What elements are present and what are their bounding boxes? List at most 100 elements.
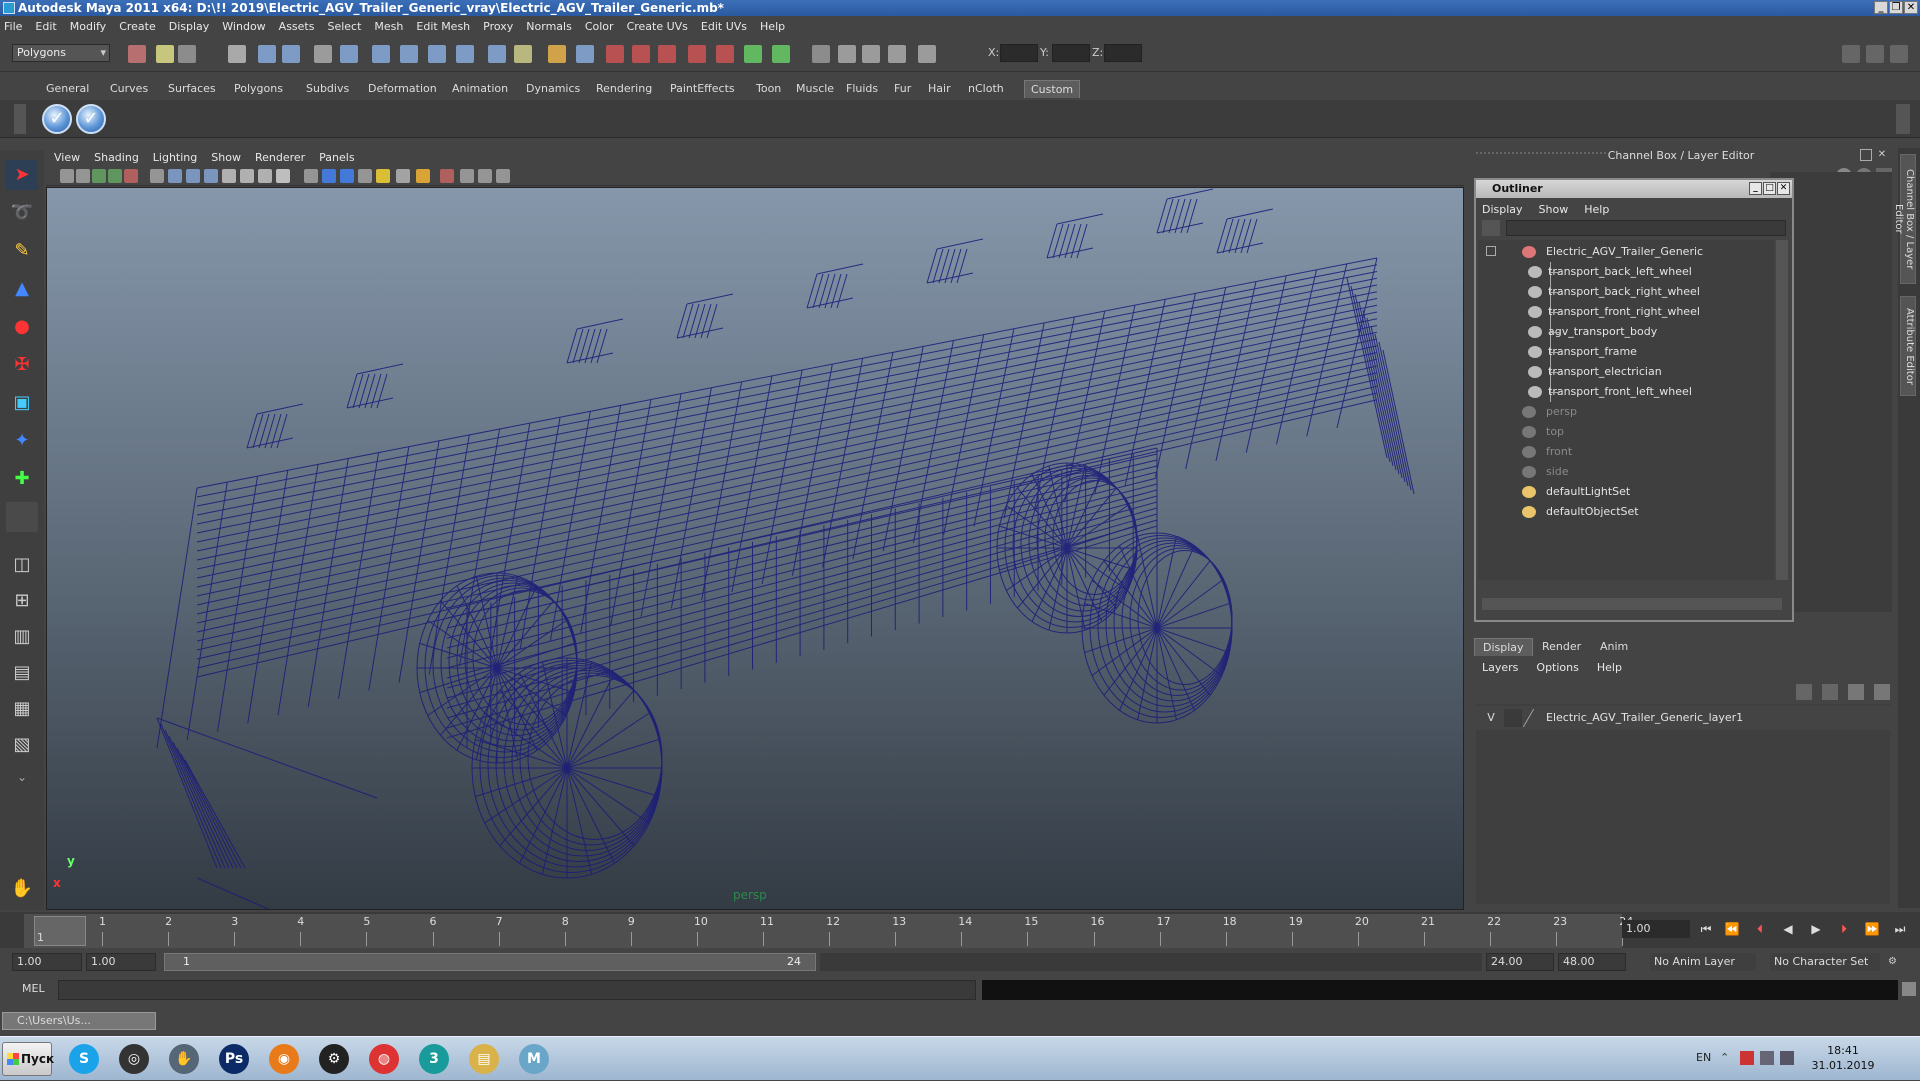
panel-menu-show[interactable]: Show <box>211 151 241 164</box>
layer-color-icon[interactable] <box>1522 709 1548 727</box>
status-tool-5-icon[interactable] <box>258 45 276 63</box>
custom-layout-icon[interactable]: ▧ <box>6 730 38 760</box>
layer-visibility-toggle[interactable]: V <box>1482 709 1500 727</box>
language-indicator[interactable]: EN <box>1696 1051 1711 1064</box>
perspective-viewport[interactable]: persp y x <box>46 187 1464 910</box>
panel-tool-1-icon[interactable] <box>60 169 74 183</box>
layer-menu-layers[interactable]: Layers <box>1482 661 1518 674</box>
go-to-end-icon[interactable]: ⏭ <box>1890 920 1910 938</box>
menu-edit-uvs[interactable]: Edit UVs <box>701 20 747 33</box>
time-slider[interactable]: 1 12345678910111213141516171819202122232… <box>0 912 1920 948</box>
channel-box-drag-handle[interactable] <box>1476 152 1606 160</box>
panel-tool-22-icon[interactable] <box>460 169 474 183</box>
scale-tool-icon[interactable]: ✠ <box>6 350 38 380</box>
panel-tool-2-icon[interactable] <box>76 169 90 183</box>
outliner-camera-side[interactable]: side <box>1522 462 1569 482</box>
taskbar-app-photoshop[interactable]: Ps <box>212 1040 256 1078</box>
character-set-dropdown[interactable]: No Character Set <box>1770 953 1880 971</box>
last-tool-icon[interactable] <box>6 502 38 532</box>
menu-mesh[interactable]: Mesh <box>374 20 403 33</box>
panel-tool-18-icon[interactable] <box>376 169 390 183</box>
layer-tab-anim[interactable]: Anim <box>1592 638 1636 656</box>
panel-tool-8-icon[interactable] <box>186 169 200 183</box>
outliner-camera-top[interactable]: top <box>1522 422 1564 442</box>
menu-color[interactable]: Color <box>585 20 614 33</box>
menu-normals[interactable]: Normals <box>526 20 572 33</box>
status-tool-23-icon[interactable] <box>772 45 790 63</box>
panel-tool-5-icon[interactable] <box>124 169 138 183</box>
outliner-minimize-button[interactable]: _ <box>1749 182 1762 195</box>
taskbar-app-3ds-max[interactable]: 3 <box>412 1040 456 1078</box>
soft-mod-tool-icon[interactable]: ✦ <box>6 426 38 456</box>
panel-tool-3-icon[interactable] <box>92 169 106 183</box>
panel-tool-7-icon[interactable] <box>168 169 182 183</box>
status-tool-25-icon[interactable] <box>838 45 856 63</box>
layer-menu-help[interactable]: Help <box>1597 661 1622 674</box>
outliner-item-transport-frame[interactable]: transport_frame <box>1528 342 1637 362</box>
layer-row[interactable]: V Electric_AGV_Trailer_Generic_layer1 <box>1476 706 1890 730</box>
panel-tool-12-icon[interactable] <box>258 169 272 183</box>
status-tool-4-icon[interactable] <box>228 45 246 63</box>
outliner-horizontal-scrollbar[interactable] <box>1482 598 1782 610</box>
menu-create-uvs[interactable]: Create UVs <box>627 20 688 33</box>
layer-playback-toggle[interactable] <box>1504 709 1522 727</box>
single-view-layout-icon[interactable]: ◫ <box>6 550 38 580</box>
status-tool-19-icon[interactable] <box>658 45 676 63</box>
shelf-tab-ncloth[interactable]: nCloth <box>962 80 1010 98</box>
y-field[interactable] <box>1052 44 1090 62</box>
status-tool-14-icon[interactable] <box>514 45 532 63</box>
status-tool-1-icon[interactable] <box>128 45 146 63</box>
show-tool-settings-icon[interactable] <box>1890 45 1908 63</box>
layer-tab-render[interactable]: Render <box>1534 638 1589 656</box>
hypershade-layout-icon[interactable]: ▦ <box>6 694 38 724</box>
play-backward-icon[interactable]: ◀ <box>1778 920 1798 938</box>
clock[interactable]: 18:41 31.01.2019 <box>1798 1043 1888 1073</box>
tray-network-icon[interactable] <box>1760 1051 1774 1065</box>
show-manipulator-icon[interactable]: ✚ <box>6 464 38 494</box>
taskbar-app-app-3[interactable]: ✋ <box>162 1040 206 1078</box>
status-tool-22-icon[interactable] <box>744 45 762 63</box>
preferences-icon[interactable]: ⚙ <box>1888 956 1902 968</box>
shelf-tab-dynamics[interactable]: Dynamics <box>520 80 586 98</box>
panel-tool-23-icon[interactable] <box>478 169 492 183</box>
shelf-tab-painteffects[interactable]: PaintEffects <box>664 80 741 98</box>
panel-menu-panels[interactable]: Panels <box>319 151 354 164</box>
outliner-item-transport-electrician[interactable]: transport_electrician <box>1528 362 1662 382</box>
panel-tool-15-icon[interactable] <box>322 169 336 183</box>
new-layer-selected-icon[interactable] <box>1874 684 1890 700</box>
range-slider-bar[interactable]: 1 24 <box>164 953 816 971</box>
menu-assets[interactable]: Assets <box>279 20 315 33</box>
status-tool-6-icon[interactable] <box>282 45 300 63</box>
outliner-persp-layout-icon[interactable]: ▥ <box>6 622 38 652</box>
shelf-tab-surfaces[interactable]: Surfaces <box>162 80 222 98</box>
new-layer-icon[interactable] <box>1848 684 1864 700</box>
menu-proxy[interactable]: Proxy <box>483 20 513 33</box>
shelf-checkmark-button-1[interactable]: ✓ <box>42 104 72 134</box>
channel-box-close-icon[interactable]: ✕ <box>1876 149 1888 161</box>
restore-button[interactable]: ❐ <box>1889 1 1903 14</box>
panel-tool-20-icon[interactable] <box>416 169 430 183</box>
panel-tool-24-icon[interactable] <box>496 169 510 183</box>
outliner-set-defaultlightset[interactable]: defaultLightSet <box>1522 482 1630 502</box>
outliner-filter-icon[interactable] <box>1482 220 1500 236</box>
x-field[interactable] <box>1000 44 1038 62</box>
layer-menu-options[interactable]: Options <box>1536 661 1578 674</box>
status-tool-20-icon[interactable] <box>688 45 706 63</box>
manipulator-tool-icon[interactable]: ▣ <box>6 388 38 418</box>
shelf-checkmark-button-2[interactable]: ✓ <box>76 104 106 134</box>
show-channel-box-icon[interactable] <box>1842 45 1860 63</box>
four-view-layout-icon[interactable]: ⊞ <box>6 586 38 616</box>
panel-tool-16-icon[interactable] <box>340 169 354 183</box>
graph-persp-layout-icon[interactable]: ▤ <box>6 658 38 688</box>
status-tool-7-icon[interactable] <box>314 45 332 63</box>
shelf-tab-toon[interactable]: Toon <box>750 80 787 98</box>
taskbar-app-skype[interactable]: S <box>62 1040 106 1078</box>
panel-tool-14-icon[interactable] <box>304 169 318 183</box>
panel-tool-19-icon[interactable] <box>396 169 410 183</box>
shelf-tab-curves[interactable]: Curves <box>104 80 154 98</box>
layer-move-down-icon[interactable] <box>1822 684 1838 700</box>
tray-volume-icon[interactable] <box>1780 1051 1794 1065</box>
outliner-collapse-icon[interactable] <box>1486 246 1496 256</box>
status-tool-8-icon[interactable] <box>340 45 358 63</box>
panel-menu-shading[interactable]: Shading <box>94 151 139 164</box>
